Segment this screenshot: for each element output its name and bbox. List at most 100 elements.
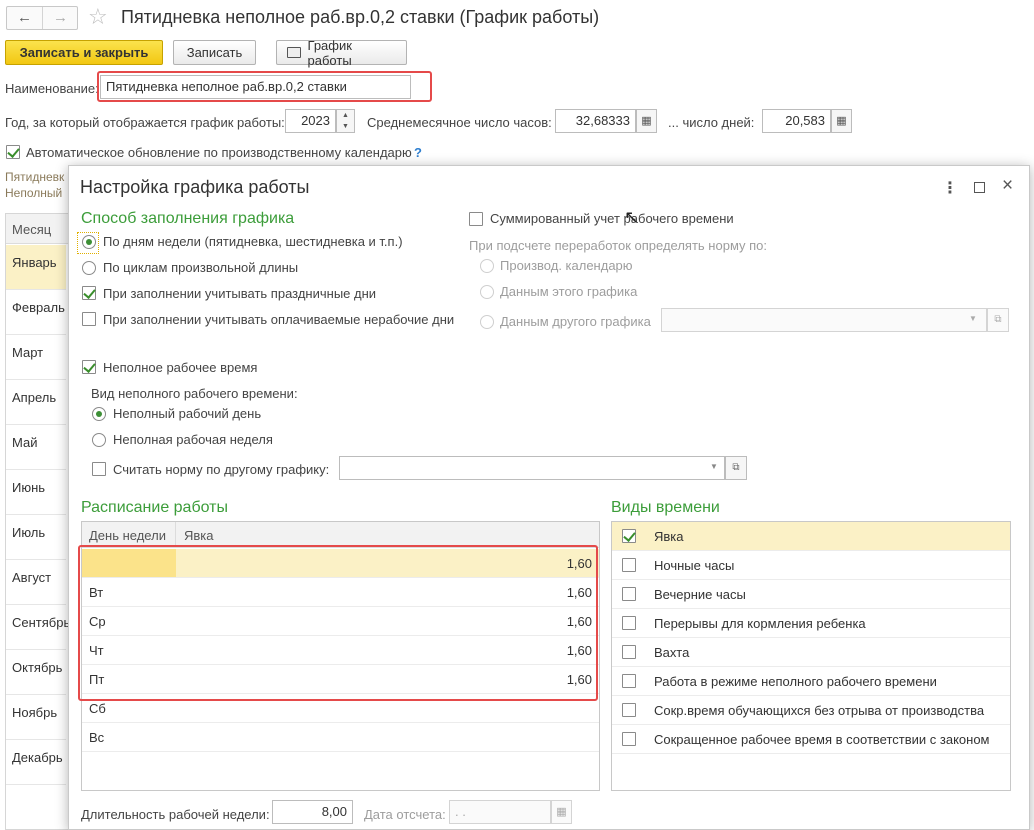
forward-arrow-icon[interactable]: → xyxy=(43,7,78,29)
month-row[interactable]: Ноябрь xyxy=(6,695,66,740)
norm-other-radio[interactable] xyxy=(480,315,494,329)
open-icon-2[interactable]: ⧉ xyxy=(725,456,747,480)
year-spinner[interactable]: ▲ ▼ xyxy=(336,109,355,133)
help-icon[interactable]: ? xyxy=(414,145,422,160)
norm-calendar-radio[interactable] xyxy=(480,259,494,273)
month-row[interactable]: Март xyxy=(6,335,66,380)
dropdown-arrow-icon[interactable]: ▼ xyxy=(969,314,977,323)
month-label: Апрель xyxy=(12,390,57,405)
table-row[interactable]: Пт 1,60 xyxy=(82,665,599,694)
month-row[interactable]: Апрель xyxy=(6,380,66,425)
months-header: Месяц xyxy=(6,214,68,244)
time-type-checkbox[interactable] xyxy=(622,587,636,601)
time-type-checkbox[interactable] xyxy=(622,645,636,659)
list-item[interactable]: Сокр.время обучающихся без отрыва от про… xyxy=(612,696,1010,725)
month-row[interactable]: Август xyxy=(6,560,66,605)
row-value: 1,60 xyxy=(566,672,592,687)
month-row[interactable]: Январь xyxy=(6,245,66,290)
col-attend-header: Явка xyxy=(184,528,214,543)
time-type-checkbox[interactable] xyxy=(622,732,636,746)
norm-calendar-label: Производ. календарю xyxy=(500,258,633,273)
month-row[interactable]: Июнь xyxy=(6,470,66,515)
close-icon[interactable]: × xyxy=(1002,175,1013,197)
save-and-close-button[interactable]: Записать и закрыть xyxy=(5,40,163,65)
norm-other-label: Данным другого графика xyxy=(500,314,651,329)
ref-date-input[interactable]: . . xyxy=(449,800,551,824)
schedule-settings-dialog: Настройка графика работы ⋮ × Способ запо… xyxy=(68,165,1030,830)
days-input[interactable]: 20,583 xyxy=(762,109,831,133)
dropdown-arrow-icon-2[interactable]: ▼ xyxy=(710,462,718,471)
list-item[interactable]: Вечерние часы xyxy=(612,580,1010,609)
monthly-hours-input[interactable]: 32,68333 xyxy=(555,109,636,133)
favorite-star-icon[interactable]: ☆ xyxy=(88,4,108,30)
other-norm-checkbox[interactable] xyxy=(92,462,106,476)
month-label: Январь xyxy=(12,255,57,270)
back-arrow-icon[interactable]: ← xyxy=(7,7,43,29)
table-row[interactable]: Ср 1,60 xyxy=(82,607,599,636)
months-header-label: Месяц xyxy=(12,222,52,237)
work-schedule-button-label: График работы xyxy=(307,37,352,68)
paid-nonworking-checkbox[interactable] xyxy=(82,312,96,326)
name-input[interactable]: Пятидневка неполное раб.вр.0,2 ставки xyxy=(100,75,411,99)
parttime-week-radio[interactable] xyxy=(92,433,106,447)
month-row[interactable]: Май xyxy=(6,425,66,470)
other-norm-label: Считать норму по другому графику: xyxy=(113,462,330,477)
time-type-checkbox[interactable] xyxy=(622,558,636,572)
week-length-label: Длительность рабочей недели: xyxy=(81,807,270,822)
other-norm-select[interactable] xyxy=(339,456,725,480)
time-type-label: Сокращенное рабочее время в соответствии… xyxy=(654,732,990,747)
table-row[interactable]: Вт 1,60 xyxy=(82,578,599,607)
window-title: Пятидневка неполное раб.вр.0,2 ставки (Г… xyxy=(121,7,600,27)
summarized-checkbox[interactable] xyxy=(469,212,483,226)
table-row[interactable]: Сб xyxy=(82,694,599,723)
more-menu-icon[interactable]: ⋮ xyxy=(942,178,958,198)
other-schedule-select[interactable] xyxy=(661,308,987,332)
month-row[interactable]: Февраль xyxy=(6,290,66,335)
time-types-list: Явка Ночные часы Вечерние часы Перерывы … xyxy=(611,521,1011,791)
table-row[interactable]: Вс xyxy=(82,723,599,752)
month-label: Июнь xyxy=(12,480,46,495)
time-type-checkbox[interactable] xyxy=(622,529,636,543)
calculator-icon-2[interactable]: ▦ xyxy=(831,109,852,133)
auto-update-label: Автоматическое обновление по производств… xyxy=(26,145,412,160)
row-value: 1,60 xyxy=(566,614,592,629)
maximize-icon[interactable] xyxy=(974,182,985,193)
selected-cell xyxy=(82,549,176,577)
table-row[interactable]: Пн 1,60 xyxy=(82,549,599,578)
month-row[interactable]: Октябрь xyxy=(6,650,66,695)
list-item[interactable]: Сокращенное рабочее время в соответствии… xyxy=(612,725,1010,754)
month-row[interactable]: Сентябрь xyxy=(6,605,70,650)
mouse-cursor-icon: ↖ xyxy=(624,207,640,227)
time-type-checkbox[interactable] xyxy=(622,616,636,630)
time-type-checkbox[interactable] xyxy=(622,674,636,688)
month-row[interactable]: Декабрь xyxy=(6,740,66,785)
holidays-checkbox[interactable] xyxy=(82,286,96,300)
calculator-icon[interactable]: ▦ xyxy=(636,109,657,133)
dialog-title: Настройка графика работы xyxy=(80,177,310,197)
time-type-checkbox[interactable] xyxy=(622,703,636,717)
paid-nonworking-label: При заполнении учитывать оплачиваемые не… xyxy=(103,312,455,327)
background-fragment-1: Пятидневк xyxy=(5,170,65,184)
list-item[interactable]: Ночные часы xyxy=(612,551,1010,580)
open-icon[interactable]: ⧉ xyxy=(987,308,1009,332)
work-schedule-button[interactable]: График работы xyxy=(276,37,407,68)
col-day-header: День недели xyxy=(89,528,166,543)
table-row[interactable]: Чт 1,60 xyxy=(82,636,599,665)
auto-update-checkbox[interactable] xyxy=(6,145,20,159)
by-weekdays-radio[interactable] xyxy=(82,235,96,249)
monthly-hours-label: Среднемесячное число часов: xyxy=(367,115,552,130)
calendar-icon[interactable]: ▦ xyxy=(551,800,572,824)
list-item[interactable]: Работа в режиме неполного рабочего време… xyxy=(612,667,1010,696)
list-item[interactable]: Вахта xyxy=(612,638,1010,667)
by-cycles-radio[interactable] xyxy=(82,261,96,275)
row-day: Пт xyxy=(89,672,105,687)
parttime-checkbox[interactable] xyxy=(82,360,96,374)
norm-this-radio[interactable] xyxy=(480,285,494,299)
list-item[interactable]: Явка xyxy=(612,522,1010,551)
list-item[interactable]: Перерывы для кормления ребенка xyxy=(612,609,1010,638)
week-length-input[interactable]: 8,00 xyxy=(272,800,353,824)
month-row[interactable]: Июль xyxy=(6,515,66,560)
year-input[interactable]: 2023 xyxy=(285,109,336,133)
save-button[interactable]: Записать xyxy=(173,40,256,65)
parttime-day-radio[interactable] xyxy=(92,407,106,421)
